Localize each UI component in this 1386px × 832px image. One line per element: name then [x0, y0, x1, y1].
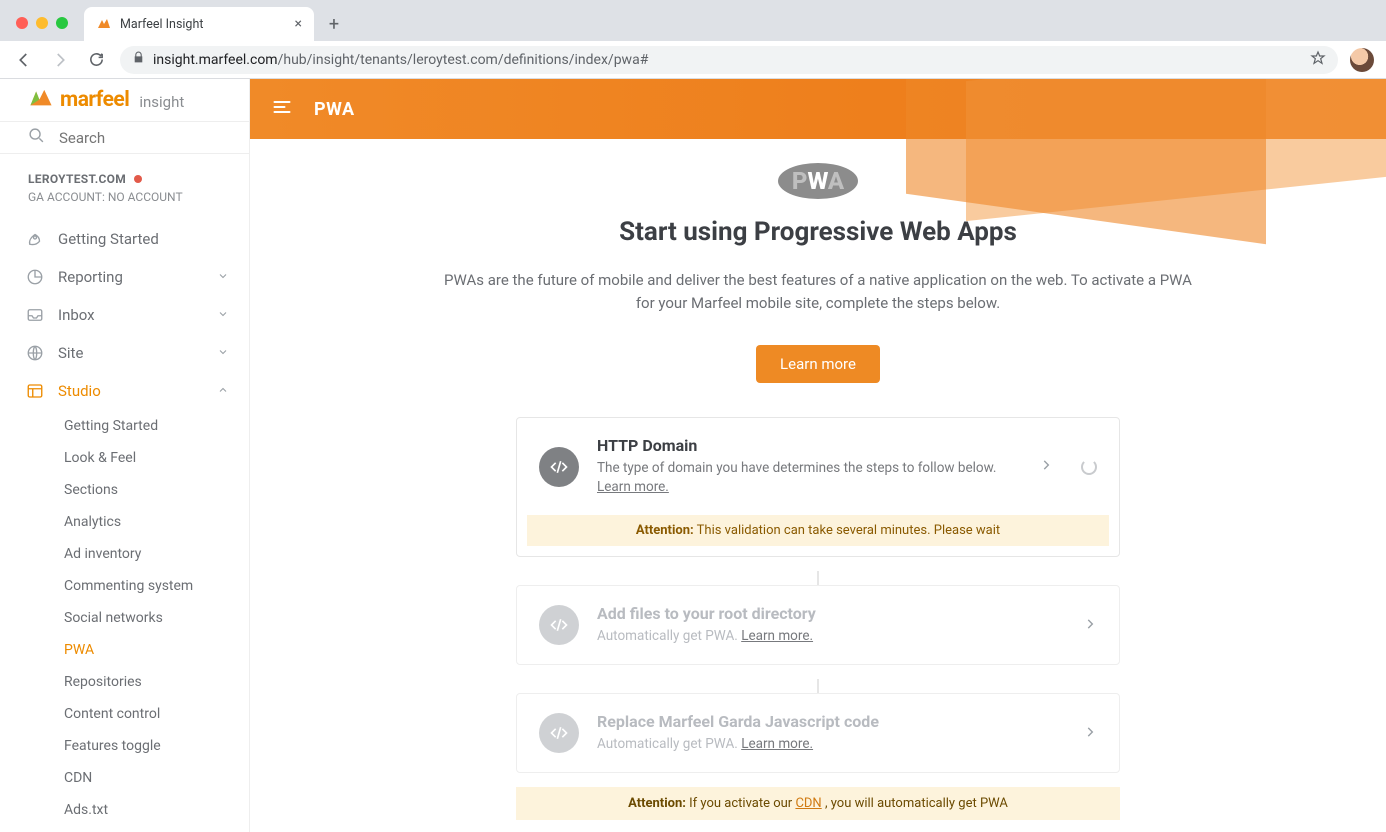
page-header-title: PWA: [314, 99, 355, 120]
chevron-up-icon: [217, 382, 229, 400]
status-dot-icon: [134, 175, 142, 183]
rocket-icon: [26, 230, 44, 248]
account-ga: GA ACCOUNT: NO ACCOUNT: [28, 190, 229, 204]
subnav-repositories[interactable]: Repositories: [64, 666, 249, 698]
close-window[interactable]: [16, 17, 28, 29]
subnav-look-and-feel[interactable]: Look & Feel: [64, 442, 249, 474]
url-text: insight.marfeel.com/hub/insight/tenants/…: [153, 52, 648, 68]
hero-bar: PWA: [250, 79, 1386, 139]
step-title: Add files to your root directory: [597, 604, 1065, 623]
subnav-cdn[interactable]: CDN: [64, 762, 249, 794]
subnav-getting-started[interactable]: Getting Started: [64, 410, 249, 442]
logo-word: marfeel: [60, 88, 129, 112]
inbox-icon: [26, 306, 44, 324]
step-add-files[interactable]: Add files to your root directory Automat…: [516, 585, 1120, 665]
sidebar-item-getting-started[interactable]: Getting Started: [0, 220, 249, 258]
main: PWA PWA Start using Progressive Web Apps…: [250, 79, 1386, 832]
lock-icon: [132, 51, 145, 68]
tab-close-icon[interactable]: ×: [295, 16, 302, 32]
window-controls: [8, 17, 76, 41]
subnav-commenting-system[interactable]: Commenting system: [64, 570, 249, 602]
chevron-right-icon: [1083, 724, 1097, 743]
chevron-down-icon: [217, 268, 229, 286]
cdn-warning: Attention: If you activate our CDN , you…: [516, 787, 1120, 820]
subnav-features-toggle[interactable]: Features toggle: [64, 730, 249, 762]
step-connector: [817, 571, 819, 585]
chevron-right-icon: [1039, 457, 1053, 476]
logo[interactable]: marfeel insight: [0, 79, 249, 121]
subnav-ad-inventory[interactable]: Ad inventory: [64, 538, 249, 570]
minimize-window[interactable]: [36, 17, 48, 29]
browser-tab[interactable]: Marfeel Insight ×: [84, 7, 314, 41]
learn-more-link[interactable]: Learn more.: [597, 479, 669, 495]
maximize-window[interactable]: [56, 17, 68, 29]
new-tab-button[interactable]: +: [320, 10, 348, 38]
forward-button[interactable]: [48, 48, 72, 72]
cdn-link[interactable]: CDN: [795, 796, 821, 811]
step-replace-js[interactable]: Replace Marfeel Garda Javascript code Au…: [516, 693, 1120, 773]
step-warning: Attention: This validation can take seve…: [527, 515, 1109, 546]
loading-spinner-icon: [1081, 459, 1097, 475]
pwa-badge-icon: PWA: [778, 163, 858, 199]
account-domain: LEROYTEST.COM: [28, 172, 126, 186]
code-icon: [539, 605, 579, 645]
sidebar-item-inbox[interactable]: Inbox: [0, 296, 249, 334]
profile-avatar[interactable]: [1350, 48, 1374, 72]
learn-more-link[interactable]: Learn more.: [741, 628, 813, 644]
step-http-domain[interactable]: HTTP Domain The type of domain you have …: [516, 417, 1120, 557]
sidebar: marfeel insight LEROYTEST.COM GA ACCOUNT…: [0, 79, 250, 832]
subnav-pwa[interactable]: PWA: [64, 634, 249, 666]
reload-button[interactable]: [84, 48, 108, 72]
search-icon: [28, 127, 45, 148]
step-title: HTTP Domain: [597, 436, 1021, 455]
code-icon: [539, 447, 579, 487]
page-description: PWAs are the future of mobile and delive…: [438, 269, 1198, 316]
step-title: Replace Marfeel Garda Javascript code: [597, 712, 1065, 731]
sidebar-item-reporting[interactable]: Reporting: [0, 258, 249, 296]
subnav-sections[interactable]: Sections: [64, 474, 249, 506]
studio-subnav: Getting Started Look & Feel Sections Ana…: [0, 410, 249, 826]
subnav-social-networks[interactable]: Social networks: [64, 602, 249, 634]
globe-icon: [26, 344, 44, 362]
favicon-icon: [96, 16, 112, 32]
bookmark-icon[interactable]: [1310, 50, 1326, 70]
step-subtitle: Automatically get PWA. Learn more.: [597, 627, 1065, 646]
back-button[interactable]: [12, 48, 36, 72]
sidebar-item-site[interactable]: Site: [0, 334, 249, 372]
logo-mark-icon: [28, 85, 54, 115]
learn-more-button[interactable]: Learn more: [756, 345, 880, 383]
menu-icon[interactable]: [272, 97, 292, 121]
subnav-content-control[interactable]: Content control: [64, 698, 249, 730]
step-connector: [817, 679, 819, 693]
chevron-down-icon: [217, 306, 229, 324]
learn-more-link[interactable]: Learn more.: [741, 736, 813, 752]
subnav-analytics[interactable]: Analytics: [64, 506, 249, 538]
sidebar-item-studio[interactable]: Studio: [0, 372, 249, 410]
tab-title: Marfeel Insight: [120, 17, 287, 32]
browser-chrome: Marfeel Insight × + insight.marfeel.com/…: [0, 0, 1386, 79]
search-row[interactable]: [0, 121, 249, 154]
chevron-down-icon: [217, 344, 229, 362]
code-icon: [539, 713, 579, 753]
search-input[interactable]: [59, 129, 229, 147]
logo-sub: insight: [139, 93, 184, 111]
address-bar[interactable]: insight.marfeel.com/hub/insight/tenants/…: [120, 46, 1338, 74]
chevron-right-icon: [1083, 616, 1097, 635]
step-subtitle: Automatically get PWA. Learn more.: [597, 735, 1065, 754]
account-block: LEROYTEST.COM GA ACCOUNT: NO ACCOUNT: [0, 154, 249, 214]
pie-icon: [26, 268, 44, 286]
layout-icon: [26, 382, 44, 400]
page-title: Start using Progressive Web Apps: [619, 217, 1017, 247]
subnav-ads-txt[interactable]: Ads.txt: [64, 794, 249, 826]
step-subtitle: The type of domain you have determines t…: [597, 459, 1021, 497]
